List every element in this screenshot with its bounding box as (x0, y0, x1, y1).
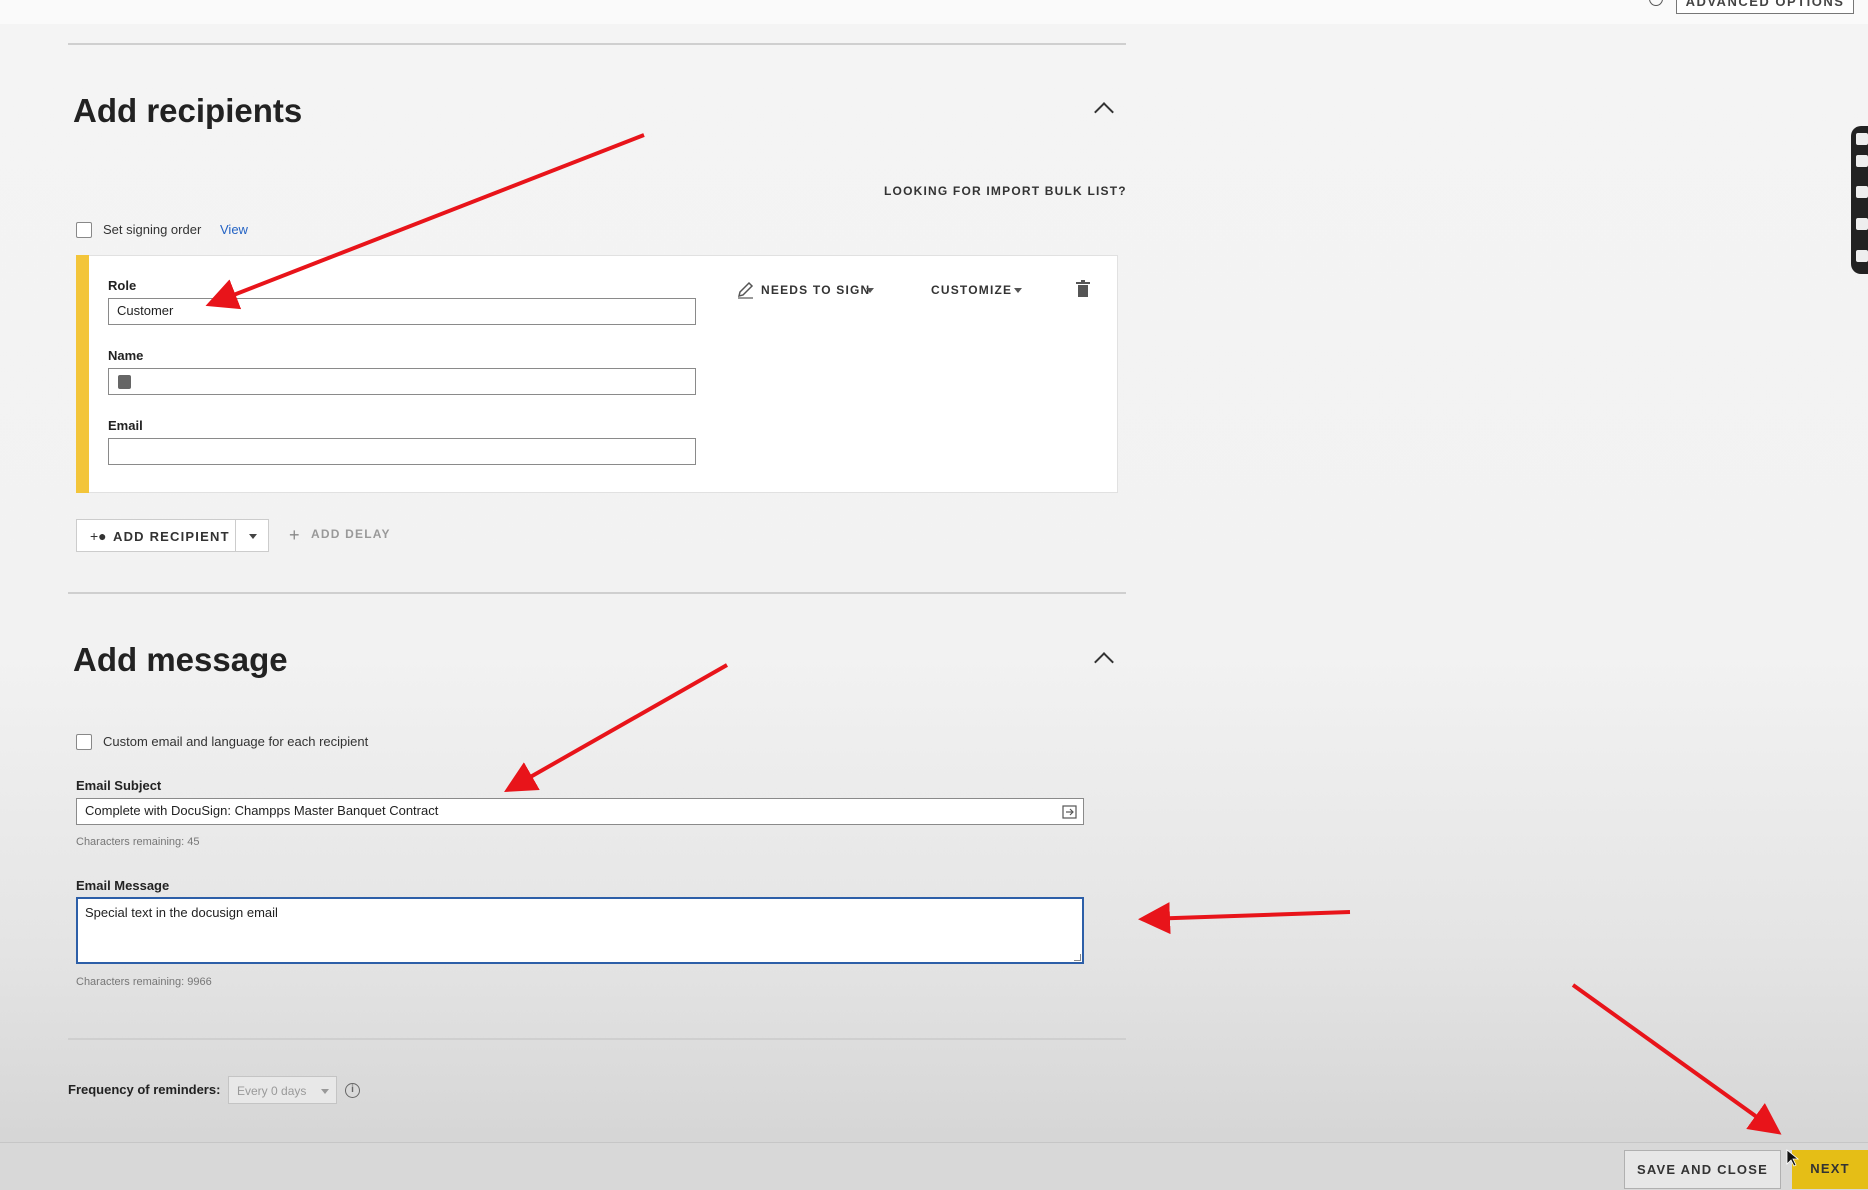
annotation-arrow (504, 663, 728, 792)
annotation-arrow (1571, 983, 1782, 1135)
annotation-arrow (1138, 902, 1351, 935)
mouse-cursor-icon (1786, 1149, 1800, 1167)
annotation-arrows-overlay (205, 133, 1800, 1167)
annotation-arrow (205, 133, 645, 310)
